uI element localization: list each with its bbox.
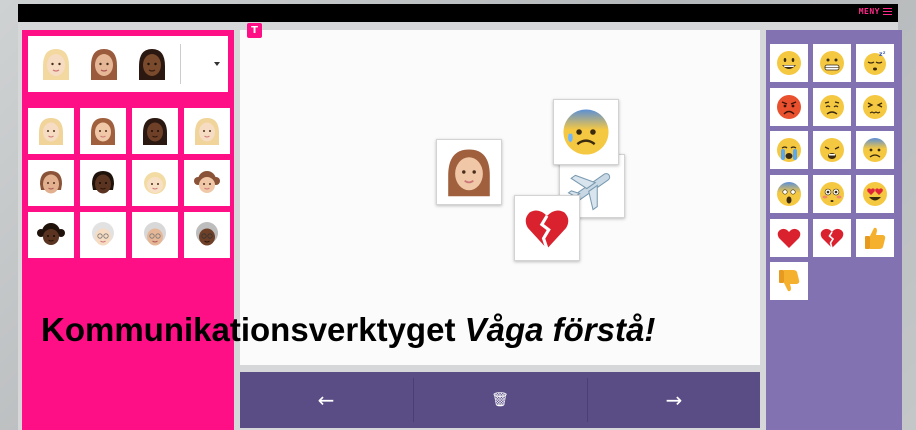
emoji-tile[interactable] — [770, 131, 808, 169]
svg-text:z: z — [883, 50, 886, 55]
woman-blonde-icon — [195, 118, 219, 145]
grimacing-face-icon — [820, 51, 844, 75]
forward-button[interactable]: → — [588, 372, 760, 428]
emoji-tile[interactable] — [813, 131, 851, 169]
emoji-tile[interactable] — [770, 88, 808, 126]
old-woman-dark-icon — [196, 222, 218, 246]
caption-overlay: Kommunikationsverktyget Våga förstå! — [41, 311, 655, 349]
crying-face-icon — [777, 138, 801, 162]
weary-face-icon — [820, 138, 844, 162]
emoji-tile[interactable] — [856, 219, 894, 257]
heart-eyes-face-icon — [863, 182, 887, 206]
emoji-tile[interactable] — [856, 88, 894, 126]
face-tile[interactable] — [28, 212, 74, 258]
caption-main: Kommunikationsverktyget — [41, 311, 465, 348]
girl-dark-icon — [37, 223, 65, 245]
confounded-face-icon — [820, 95, 844, 119]
hamburger-icon — [883, 8, 892, 15]
person-picker-panel — [22, 30, 234, 430]
woman-brown-icon — [448, 149, 490, 197]
woman-light-icon[interactable] — [38, 46, 74, 82]
woman-dark-icon — [143, 118, 167, 145]
face-tile[interactable] — [132, 212, 178, 258]
face-tile[interactable] — [80, 108, 126, 154]
anxious-face-icon — [863, 138, 887, 162]
emoji-panel: z z — [766, 30, 902, 430]
face-tile[interactable] — [28, 108, 74, 154]
thumbs-up-icon — [865, 227, 886, 249]
emoji-tile[interactable] — [770, 44, 808, 82]
old-woman-icon — [92, 222, 114, 246]
angry-face-icon — [777, 95, 801, 119]
face-tile[interactable] — [132, 108, 178, 154]
broken-heart-icon — [820, 228, 844, 249]
emoji-tile[interactable] — [856, 175, 894, 213]
girl-brown-icon — [194, 171, 220, 193]
top-bar: MENY — [18, 4, 898, 22]
menu-label: MENY — [858, 7, 880, 16]
emoji-tile[interactable] — [770, 219, 808, 257]
emoji-tile[interactable] — [813, 175, 851, 213]
caption-italic: Våga förstå! — [464, 311, 656, 348]
emoji-tile[interactable] — [813, 88, 851, 126]
trash-button[interactable]: 🗑 — [414, 372, 586, 428]
woman-medium-icon[interactable] — [86, 46, 122, 82]
screaming-face-icon — [777, 182, 801, 206]
anxious-face-icon — [563, 109, 609, 155]
emoji-tile[interactable] — [856, 131, 894, 169]
woman-dark-icon[interactable] — [134, 46, 170, 82]
girl-blonde-icon — [144, 172, 166, 194]
face-tile[interactable] — [28, 160, 74, 206]
persevering-face-icon — [863, 95, 887, 119]
sleeping-face-icon: z z — [864, 50, 886, 75]
canvas-card-woman[interactable] — [436, 139, 502, 205]
woman-brown-icon — [91, 118, 115, 145]
menu-button[interactable]: MENY — [859, 7, 892, 16]
emoji-tile[interactable] — [770, 175, 808, 213]
text-mode-badge[interactable]: T — [247, 23, 262, 38]
woman-medium-icon — [40, 171, 62, 194]
canvas-card-broken-heart[interactable] — [514, 195, 580, 261]
thumbs-down-icon — [779, 270, 800, 292]
face-tile[interactable] — [184, 212, 230, 258]
woman-dark-icon — [92, 171, 114, 194]
woman-blonde-icon — [39, 118, 63, 145]
canvas-card-anxious[interactable] — [553, 99, 619, 165]
face-tile[interactable] — [184, 108, 230, 154]
grinning-face-icon — [777, 51, 801, 75]
old-woman-icon — [144, 222, 166, 246]
red-heart-icon — [777, 228, 801, 248]
emoji-tile[interactable] — [770, 262, 808, 300]
broken-heart-icon — [525, 210, 569, 250]
emoji-tile[interactable]: z z — [856, 44, 894, 82]
face-tile[interactable] — [80, 160, 126, 206]
chevron-down-icon[interactable] — [214, 62, 220, 66]
flushed-face-icon — [820, 182, 844, 206]
face-tile[interactable] — [132, 160, 178, 206]
face-tile[interactable] — [80, 212, 126, 258]
navigation-bar: ← 🗑 → — [240, 372, 760, 428]
selector-divider — [180, 44, 181, 84]
back-button[interactable]: ← — [240, 372, 412, 428]
emoji-tile[interactable] — [813, 44, 851, 82]
face-tile[interactable] — [184, 160, 230, 206]
skin-tone-selector[interactable] — [28, 36, 228, 92]
emoji-tile[interactable] — [813, 219, 851, 257]
